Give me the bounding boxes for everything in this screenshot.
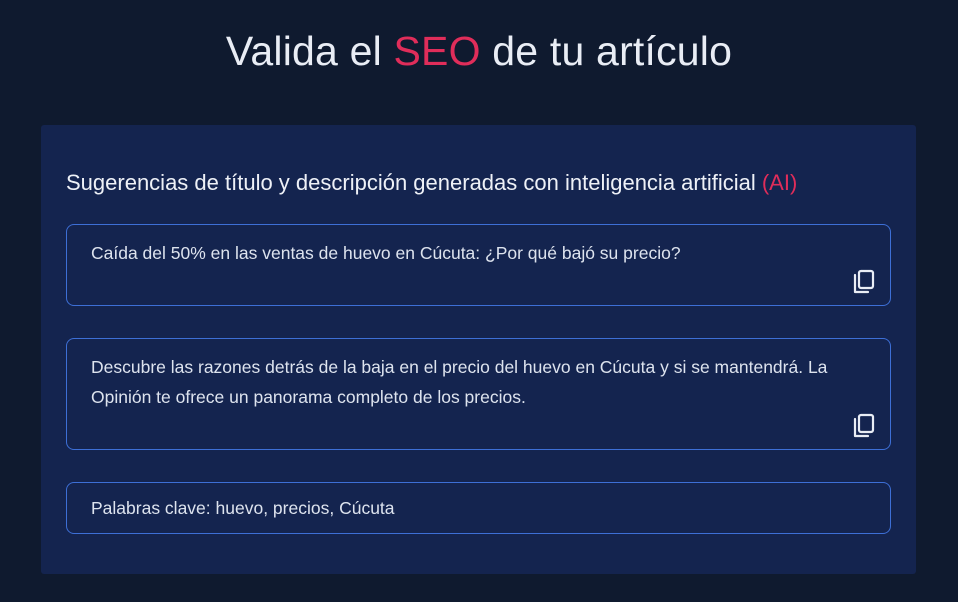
seo-suggestions-card: Sugerencias de título y descripción gene… [41,125,916,574]
title-suggestion-box: Caída del 50% en las ventas de huevo en … [66,224,891,306]
ai-badge: (AI) [761,170,798,195]
copy-title-button[interactable] [852,269,876,295]
page-title-accent: SEO [393,28,481,74]
description-suggestion-box: Descubre las razones detrás de la baja e… [66,338,891,450]
keywords-values: huevo, precios, Cúcuta [215,498,395,518]
copy-icon [853,269,875,294]
keywords-box: Palabras clave: huevo, precios, Cúcuta [66,482,891,534]
keywords-label: Palabras clave: [91,498,211,518]
title-suggestion-text: Caída del 50% en las ventas de huevo en … [91,243,681,263]
page-title-suffix: de tu artículo [492,28,733,74]
description-suggestion-text: Descubre las razones detrás de la baja e… [91,357,828,407]
page-title: Valida el SEO de tu artículo [0,26,958,76]
suggestions-heading-text: Sugerencias de título y descripción gene… [66,170,756,195]
page-title-prefix: Valida el [225,28,382,74]
suggestions-heading: Sugerencias de título y descripción gene… [66,169,797,197]
copy-description-button[interactable] [852,413,876,439]
copy-icon [853,413,875,438]
